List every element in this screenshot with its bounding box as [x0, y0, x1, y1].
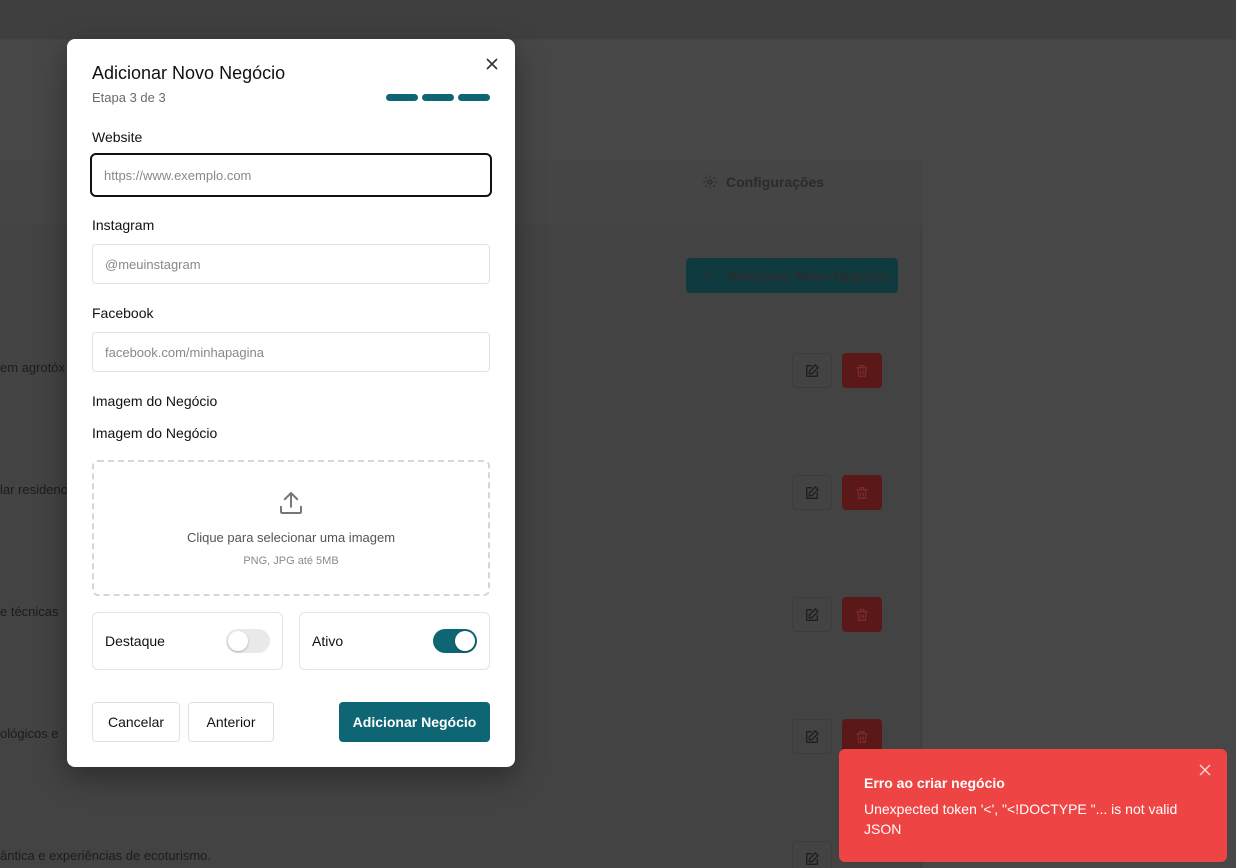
toast-title: Erro ao criar negócio	[864, 775, 1005, 791]
trash-icon	[856, 364, 868, 377]
edit-button[interactable]	[792, 719, 832, 754]
active-switch[interactable]	[433, 629, 477, 653]
switch-knob	[228, 631, 248, 651]
list-item-description: em agrotóx	[0, 360, 66, 375]
website-input[interactable]	[90, 153, 492, 197]
edit-icon	[806, 607, 819, 621]
dropzone-text: Clique para selecionar uma imagem	[186, 530, 396, 545]
trash-icon	[856, 730, 868, 743]
toast-close-button[interactable]	[1199, 763, 1213, 777]
edit-button[interactable]	[792, 475, 832, 510]
featured-switch[interactable]	[226, 629, 270, 653]
delete-button[interactable]	[842, 597, 882, 632]
gear-icon	[703, 175, 717, 189]
website-label: Website	[92, 129, 143, 145]
list-item-description: e técnicas	[0, 604, 59, 619]
cancel-button[interactable]: Cancelar	[92, 702, 180, 742]
app-header	[0, 0, 1236, 40]
image-dropzone[interactable]: Clique para selecionar uma imagem PNG, J…	[92, 460, 490, 596]
tab-settings-label: Configurações	[726, 174, 825, 190]
list-item-description: lar residenc	[0, 482, 68, 497]
tab-settings[interactable]: Configurações	[702, 172, 824, 192]
add-business-dialog: Adicionar Novo Negócio Etapa 3 de 3 Webs…	[67, 39, 515, 767]
edit-icon	[806, 851, 819, 865]
toast-description: Unexpected token '<', "<!DOCTYPE "... is…	[864, 801, 1178, 837]
image-field-label: Imagem do Negócio	[92, 425, 218, 441]
facebook-label: Facebook	[92, 305, 154, 321]
edit-icon	[806, 363, 819, 377]
instagram-label: Instagram	[92, 217, 155, 233]
dialog-title: Adicionar Novo Negócio	[92, 63, 286, 83]
submit-button[interactable]: Adicionar Negócio	[339, 702, 490, 742]
list-item-description: ológicos e	[0, 726, 59, 741]
plus-icon: +	[702, 265, 713, 285]
upload-icon	[280, 492, 302, 514]
delete-button[interactable]	[842, 353, 882, 388]
image-section-heading: Imagem do Negócio	[92, 393, 218, 409]
error-toast: Erro ao criar negócio Unexpected token '…	[839, 749, 1227, 862]
trash-icon	[856, 486, 868, 499]
add-business-button[interactable]: + Adicionar Novo Negócio	[686, 258, 898, 293]
progress-step	[386, 94, 418, 101]
active-toggle-card: Ativo	[299, 612, 490, 670]
progress-step	[458, 94, 490, 101]
switch-knob	[455, 631, 475, 651]
step-indicator-text: Etapa 3 de 3	[92, 90, 166, 105]
step-progress	[386, 94, 490, 101]
edit-icon	[806, 729, 819, 743]
edit-button[interactable]	[792, 353, 832, 388]
list-item-description: ântica e experiências de ecoturismo.	[0, 848, 212, 863]
close-button[interactable]	[483, 55, 501, 73]
instagram-input[interactable]	[92, 244, 490, 284]
delete-button[interactable]	[842, 475, 882, 510]
facebook-input[interactable]	[92, 332, 490, 372]
close-icon	[1199, 764, 1211, 776]
edit-button[interactable]	[792, 597, 832, 632]
featured-toggle-card: Destaque	[92, 612, 283, 670]
featured-label: Destaque	[105, 633, 165, 649]
close-icon	[486, 58, 498, 70]
edit-icon	[806, 485, 819, 499]
trash-icon	[856, 608, 868, 621]
previous-button[interactable]: Anterior	[188, 702, 274, 742]
progress-step	[422, 94, 454, 101]
add-business-button-label: Adicionar Novo Negócio	[726, 267, 890, 284]
edit-button[interactable]	[792, 841, 832, 868]
dropzone-hint: PNG, JPG até 5MB	[243, 555, 339, 567]
active-label: Ativo	[312, 633, 344, 649]
